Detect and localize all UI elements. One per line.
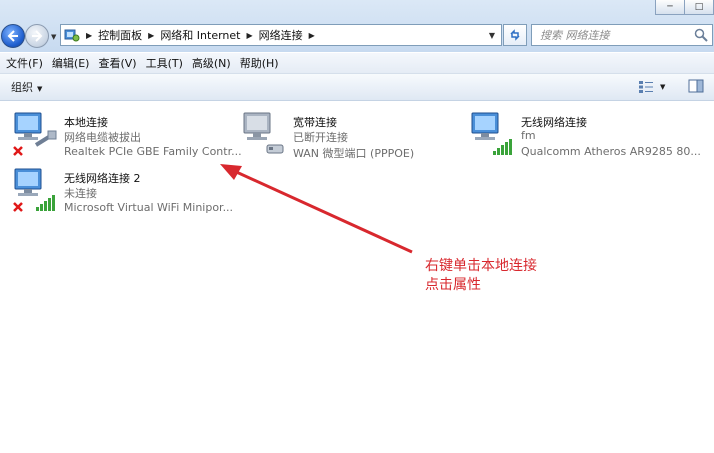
annotation-line-2: 点击属性	[425, 277, 481, 293]
annotation-line-1: 右键单击本地连接	[425, 258, 537, 274]
annotation-arrow-icon	[220, 164, 413, 254]
annotation-text: 右键单击本地连接 点击属性	[425, 257, 537, 295]
